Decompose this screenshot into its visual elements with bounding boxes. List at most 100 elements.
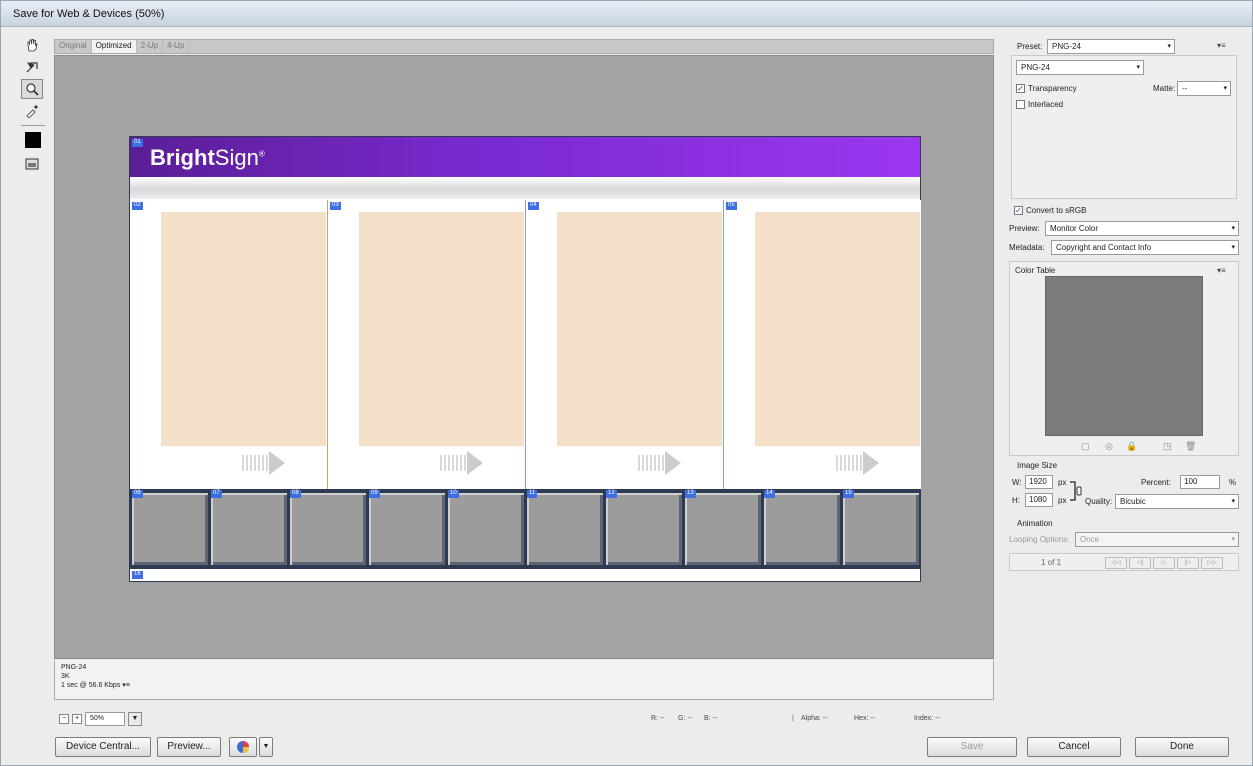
preview-button[interactable]: Preview... <box>157 737 221 757</box>
zoom-dropdown-button[interactable]: ▼ <box>128 712 142 726</box>
slice-tag[interactable]: 02 <box>132 202 143 210</box>
peach-placeholder <box>161 212 326 446</box>
tab-4-up[interactable]: 4-Up <box>163 40 190 53</box>
chevron-down-icon: ▾ <box>1223 85 1227 92</box>
slice-tag[interactable]: 16 <box>132 571 143 579</box>
slice-tag[interactable]: 06 <box>132 490 143 498</box>
metadata-select[interactable]: Copyright and Contact Info ▾ <box>1051 240 1239 255</box>
toggle-slices-visibility[interactable] <box>21 154 43 174</box>
title-bar[interactable]: Save for Web & Devices (50%) <box>1 1 1252 27</box>
tab-original[interactable]: Original <box>55 40 92 53</box>
thumbnail-slice[interactable]: 07 <box>211 490 287 565</box>
cancel-button[interactable]: Cancel <box>1027 737 1121 757</box>
device-central-button[interactable]: Device Central... <box>55 737 151 757</box>
looping-options-select[interactable]: Once ▾ <box>1075 532 1239 547</box>
slice-tag[interactable]: 15 <box>843 490 854 498</box>
thumbnail-slice[interactable]: 11 <box>527 490 603 565</box>
preview-select[interactable]: Monitor Color ▾ <box>1045 221 1239 236</box>
trash-icon[interactable]: 🗑 <box>1185 441 1196 452</box>
tab-2-up[interactable]: 2-Up <box>137 40 163 53</box>
save-button[interactable]: Save <box>927 737 1017 757</box>
width-input[interactable]: 1920 <box>1025 475 1053 489</box>
thumbnail-slice[interactable]: 09 <box>369 490 445 565</box>
height-input[interactable]: 1080 <box>1025 493 1053 507</box>
quality-select[interactable]: Bicubic ▾ <box>1115 494 1239 509</box>
content-panel: 02 <box>130 200 327 489</box>
thumbnail-slice[interactable]: 12 <box>606 490 682 565</box>
slice-tag[interactable]: 10 <box>448 490 459 498</box>
browser-preview-button[interactable] <box>229 737 257 757</box>
tab-optimized[interactable]: Optimized <box>91 40 137 53</box>
peach-placeholder <box>755 212 920 446</box>
chevron-down-icon: ▾ <box>1136 64 1140 71</box>
slice-tag[interactable]: 14 <box>764 490 775 498</box>
quality-value: Bicubic <box>1120 497 1146 506</box>
metadata-value: Copyright and Contact Info <box>1056 243 1152 252</box>
map-selected-colors-icon[interactable]: ▢ <box>1081 441 1090 452</box>
thumbnail-slice[interactable]: 14 <box>764 490 840 565</box>
info-menu-icon[interactable]: ▾≡ <box>122 682 130 689</box>
browser-icon <box>237 741 249 753</box>
eyedropper-tool[interactable] <box>21 101 43 121</box>
matte-select[interactable]: -- ▾ <box>1177 81 1231 96</box>
status-index: Index: -- <box>914 715 940 722</box>
preset-select[interactable]: PNG-24 ▾ <box>1047 39 1175 54</box>
arrow-right-icon <box>836 451 879 475</box>
chevron-down-icon: ▾ <box>1231 244 1235 251</box>
chevron-down-icon: ▾ <box>1231 498 1235 505</box>
window-title: Save for Web & Devices (50%) <box>13 8 165 20</box>
thumbnail-slice[interactable]: 10 <box>448 490 524 565</box>
slice-select-tool[interactable] <box>21 57 43 77</box>
next-frame-button[interactable]: |▷ <box>1177 557 1199 569</box>
percent-input[interactable]: 100 <box>1180 475 1220 489</box>
slice-tag[interactable]: 04 <box>528 202 539 210</box>
slice-tag[interactable]: 11 <box>527 490 538 498</box>
logo-trademark: ® <box>258 149 265 159</box>
interlaced-label: Interlaced <box>1028 100 1064 109</box>
file-format-select[interactable]: PNG-24 ▾ <box>1016 60 1144 75</box>
preset-label: Preset: <box>1017 42 1043 51</box>
constrain-proportions-icon[interactable] <box>1069 479 1083 503</box>
slice-tag[interactable]: 13 <box>685 490 696 498</box>
optimize-menu-icon[interactable]: ▾≡ <box>1217 41 1226 50</box>
first-frame-button[interactable]: ◁◁ <box>1105 557 1127 569</box>
slice-tag[interactable]: 05 <box>726 202 737 210</box>
preview-value: Monitor Color <box>1050 224 1099 233</box>
interlaced-checkbox[interactable] <box>1016 100 1025 109</box>
convert-srgb-checkbox[interactable]: ✓ <box>1014 206 1023 215</box>
zoom-in-button[interactable]: + <box>72 714 82 724</box>
image-preview[interactable]: 01 BrightSign® 02 03 04 05 06 07 08 09 1… <box>129 136 921 582</box>
chevron-down-icon: ▼ <box>262 743 270 750</box>
thumbnail-slice[interactable]: 15 <box>843 490 919 565</box>
color-table-menu-icon[interactable]: ▾≡ <box>1217 266 1226 275</box>
slice-tag[interactable]: 09 <box>369 490 380 498</box>
zoom-out-button[interactable]: − <box>59 714 69 724</box>
preview-canvas[interactable]: 01 BrightSign® 02 03 04 05 06 07 08 09 1… <box>54 55 994 659</box>
done-button[interactable]: Done <box>1135 737 1229 757</box>
slice-tag[interactable]: 01 <box>132 139 143 147</box>
slice-tag[interactable]: 12 <box>606 490 617 498</box>
thumbnail-slice[interactable]: 06 <box>132 490 208 565</box>
previous-frame-button[interactable]: ◁| <box>1129 557 1151 569</box>
preset-value: PNG-24 <box>1052 42 1081 51</box>
thumbnail-slice[interactable]: 08 <box>290 490 366 565</box>
hand-tool[interactable] <box>21 35 43 55</box>
play-button[interactable]: ▷ <box>1153 557 1175 569</box>
eyedropper-color-swatch[interactable] <box>25 132 41 148</box>
slice-tag[interactable]: 08 <box>290 490 301 498</box>
thumbnail-slice[interactable]: 13 <box>685 490 761 565</box>
hand-icon <box>27 39 38 52</box>
slice-tag[interactable]: 03 <box>330 202 341 210</box>
zoom-level-field[interactable]: 50% <box>85 712 125 726</box>
web-snap-icon[interactable]: ◎ <box>1105 441 1113 452</box>
transparency-checkbox[interactable]: ✓ <box>1016 84 1025 93</box>
color-table[interactable] <box>1045 276 1203 436</box>
last-frame-button[interactable]: ▷▷ <box>1201 557 1223 569</box>
browser-dropdown-button[interactable]: ▼ <box>259 737 273 757</box>
new-color-icon[interactable]: ◳ <box>1163 441 1172 452</box>
slice-tag[interactable]: 07 <box>211 490 222 498</box>
logo-bold-part: Bright <box>150 145 215 170</box>
lock-color-icon[interactable]: 🔒 <box>1126 441 1137 452</box>
save-for-web-window: Save for Web & Devices (50%) Original Opt… <box>0 0 1253 766</box>
zoom-tool[interactable] <box>21 79 43 99</box>
